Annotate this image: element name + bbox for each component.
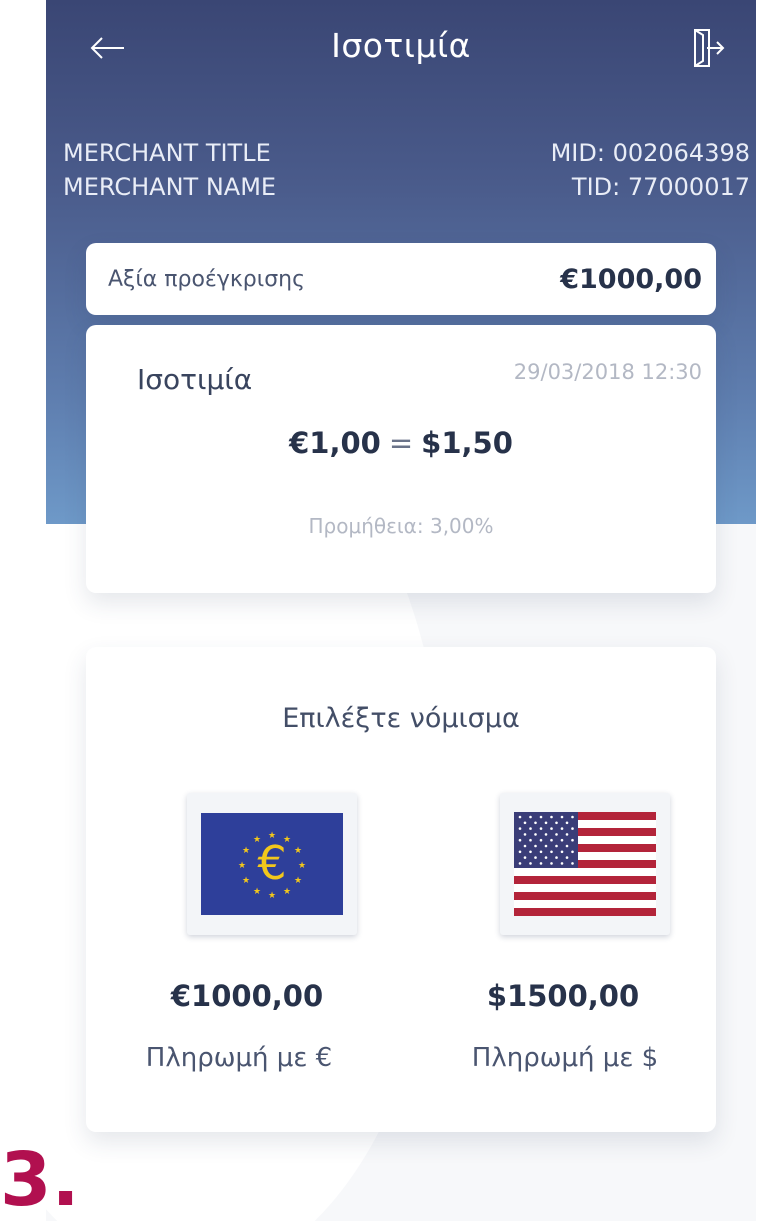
us-star bbox=[539, 815, 543, 819]
us-star bbox=[529, 838, 532, 842]
us-star bbox=[523, 844, 527, 848]
us-star bbox=[539, 862, 543, 865]
us-star bbox=[529, 850, 532, 854]
svg-text:€: € bbox=[257, 836, 286, 890]
usd-amount: $1500,00 bbox=[486, 979, 640, 1013]
us-star bbox=[529, 862, 532, 865]
terminal-info: MID: 002064398 TID: 77000017 bbox=[551, 136, 750, 204]
us-star bbox=[555, 856, 558, 859]
us-star bbox=[544, 821, 548, 825]
us-star bbox=[534, 856, 537, 859]
preauth-label: Αξία προέγκρισης bbox=[108, 266, 306, 292]
page: Ισοτιμία MERCHANT TITLE MERCHANT NAME MI… bbox=[0, 0, 776, 1221]
us-star bbox=[518, 838, 522, 842]
us-star bbox=[555, 833, 558, 836]
us-star bbox=[529, 827, 532, 830]
pay-usd-option[interactable]: $1500,00 Πληρωμή με $ bbox=[400, 787, 670, 1097]
us-star bbox=[555, 821, 558, 825]
pay-eur-option[interactable]: ★ ★ ★ ★ ★ ★ ★ ★ ★ ★ ★ ★ € €1000,00 Πληρωμή με € bbox=[132, 787, 362, 1097]
merchant-name: MERCHANT NAME bbox=[63, 173, 277, 201]
phone-screen: Ισοτιμία MERCHANT TITLE MERCHANT NAME MI… bbox=[46, 0, 756, 1221]
eur-amount: €1000,00 bbox=[170, 979, 324, 1013]
eu-star: ★ bbox=[242, 876, 250, 886]
currency-heading: Επιλέξτε νόμισμα bbox=[282, 703, 520, 734]
us-star bbox=[539, 827, 543, 830]
us-star bbox=[565, 821, 569, 825]
rate-datetime: 29/03/2018 12:30 bbox=[513, 360, 702, 384]
eu-star: ★ bbox=[268, 891, 276, 901]
us-star bbox=[539, 838, 543, 842]
us-star bbox=[565, 856, 569, 859]
eu-star: ★ bbox=[294, 876, 302, 886]
us-flag-icon bbox=[514, 812, 656, 916]
eu-star: ★ bbox=[294, 846, 302, 856]
eur-pay-label: Πληρωμή με € bbox=[145, 1043, 333, 1073]
top-bar: Ισοτιμία bbox=[46, 0, 756, 100]
rate-to-value: $1,50 bbox=[421, 426, 513, 460]
us-star bbox=[523, 833, 527, 836]
us-star bbox=[539, 850, 543, 854]
us-star bbox=[544, 833, 548, 836]
us-star bbox=[550, 850, 553, 854]
us-star bbox=[571, 815, 574, 819]
eu-star: ★ bbox=[238, 861, 246, 871]
us-star bbox=[534, 844, 537, 848]
us-star bbox=[560, 862, 564, 865]
page-title: Ισοτιμία bbox=[331, 26, 471, 65]
us-star bbox=[518, 850, 522, 854]
us-star bbox=[534, 821, 537, 825]
us-star bbox=[560, 827, 564, 830]
us-star bbox=[529, 815, 532, 819]
eu-star: ★ bbox=[298, 861, 306, 871]
us-star bbox=[550, 838, 553, 842]
step-number: 3. bbox=[0, 1137, 80, 1221]
usd-pay-label: Πληρωμή με $ bbox=[471, 1043, 659, 1073]
us-star bbox=[544, 856, 548, 859]
rate-fee: Προμήθεια: 3,00% bbox=[308, 514, 494, 538]
us-star bbox=[560, 815, 564, 819]
us-star bbox=[550, 827, 553, 830]
us-star bbox=[550, 862, 553, 865]
us-star bbox=[565, 833, 569, 836]
us-star bbox=[560, 850, 564, 854]
eu-star: ★ bbox=[242, 846, 250, 856]
us-stripe bbox=[514, 908, 656, 916]
preauth-value: €1000,00 bbox=[560, 263, 702, 295]
us-star bbox=[571, 850, 574, 854]
currency-select-card: Επιλέξτε νόμισμα ★ ★ ★ ★ ★ ★ ★ ★ ★ ★ ★ ★ € €1000,00… bbox=[86, 647, 716, 1132]
exit-button[interactable] bbox=[682, 22, 734, 74]
us-star bbox=[555, 844, 558, 848]
rate-from-value: €1,00 bbox=[289, 426, 381, 460]
exchange-rate-card: Ισοτιμία 29/03/2018 12:30 €1,00 = $1,50 Πρ… bbox=[86, 325, 716, 593]
logout-door-icon bbox=[694, 29, 725, 67]
us-star bbox=[518, 827, 522, 830]
rate-title: Ισοτιμία bbox=[137, 363, 253, 396]
preauth-card: Αξία προέγκρισης €1000,00 bbox=[86, 243, 716, 315]
us-star bbox=[550, 815, 553, 819]
eu-flag-icon: ★★★★★★★★★ ★ ★★ € bbox=[201, 813, 343, 915]
merchant-info: MERCHANT TITLE MERCHANT NAME bbox=[63, 136, 276, 204]
us-star bbox=[518, 815, 522, 819]
us-star bbox=[544, 844, 548, 848]
us-star bbox=[523, 856, 527, 859]
merchant-id: MID: 002064398 bbox=[550, 139, 750, 167]
us-star bbox=[565, 844, 569, 848]
us-star bbox=[518, 862, 522, 865]
us-star bbox=[523, 821, 527, 825]
eu-flag-button[interactable]: ★ ★ ★ ★ ★ ★ ★ ★ ★ ★ ★ ★ € bbox=[187, 793, 357, 935]
merchant-title: MERCHANT TITLE bbox=[63, 139, 271, 167]
us-star bbox=[571, 838, 574, 842]
us-stripe bbox=[514, 892, 656, 900]
us-star bbox=[571, 862, 574, 865]
us-star bbox=[571, 827, 574, 830]
us-stripe bbox=[514, 876, 656, 884]
terminal-id: TID: 77000017 bbox=[571, 173, 750, 201]
rate-equals-sign: = bbox=[388, 426, 414, 460]
us-star bbox=[534, 833, 537, 836]
us-flag-button[interactable] bbox=[500, 793, 670, 935]
us-star bbox=[560, 838, 564, 842]
rate-equation: €1,00 = $1,50 bbox=[86, 426, 716, 460]
